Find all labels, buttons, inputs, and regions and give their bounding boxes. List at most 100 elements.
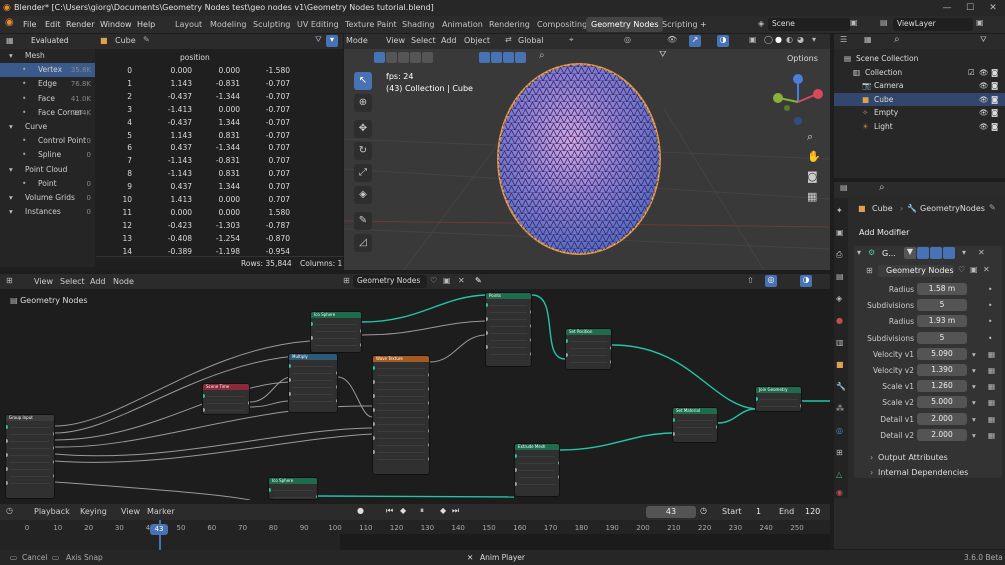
node-field[interactable] bbox=[10, 473, 50, 477]
node-socket[interactable] bbox=[530, 310, 531, 314]
node-socket[interactable] bbox=[336, 399, 337, 403]
node-field[interactable] bbox=[377, 421, 425, 425]
node-socket[interactable] bbox=[360, 343, 361, 347]
node-socket[interactable] bbox=[6, 439, 8, 443]
node-menu-view[interactable]: View bbox=[34, 277, 53, 286]
node-field[interactable] bbox=[377, 428, 425, 432]
camera-view-icon[interactable]: ◙ bbox=[807, 170, 818, 183]
menu-edit[interactable]: Edit bbox=[45, 16, 61, 33]
node-socket[interactable] bbox=[515, 482, 517, 486]
node-socket[interactable] bbox=[428, 443, 429, 447]
tab-uv-editing[interactable]: UV Editing bbox=[292, 17, 344, 32]
node-field[interactable] bbox=[519, 467, 555, 471]
node-socket[interactable] bbox=[530, 352, 531, 356]
input-value-field[interactable]: 5 bbox=[917, 299, 967, 312]
node-socket[interactable] bbox=[6, 453, 8, 457]
outliner-item[interactable]: ▥ Collection ☑ 👁 ◙ bbox=[834, 66, 1005, 79]
outliner-editor-icon[interactable]: ☰ bbox=[840, 35, 847, 44]
node-socket[interactable] bbox=[373, 408, 375, 412]
tab-modeling[interactable]: Modeling bbox=[205, 17, 251, 32]
node-field[interactable] bbox=[519, 460, 555, 464]
node-socket[interactable] bbox=[673, 432, 675, 436]
node-socket[interactable] bbox=[53, 432, 54, 436]
render-camera-icon[interactable]: ◙ bbox=[991, 120, 998, 133]
menu-window[interactable]: Window bbox=[100, 16, 132, 33]
node-socket[interactable] bbox=[6, 481, 8, 485]
node-field[interactable] bbox=[490, 323, 527, 327]
node-field[interactable] bbox=[377, 407, 425, 411]
node-field[interactable] bbox=[490, 344, 527, 348]
close-icon[interactable]: ✕ bbox=[981, 0, 1005, 16]
node-field[interactable] bbox=[10, 480, 50, 484]
node-field[interactable] bbox=[490, 302, 527, 306]
shading-options-icon[interactable]: ▾ bbox=[812, 35, 816, 44]
node-field[interactable] bbox=[207, 407, 245, 411]
node-field[interactable] bbox=[519, 474, 555, 478]
node-field[interactable] bbox=[677, 424, 713, 428]
node-menu-add[interactable]: Add bbox=[90, 277, 106, 286]
viewport-menu-select[interactable]: Select bbox=[411, 36, 436, 45]
outliner-item[interactable]: ▤ Scene Collection bbox=[834, 52, 1005, 65]
node-socket[interactable] bbox=[610, 346, 611, 350]
node-field[interactable] bbox=[760, 396, 797, 400]
node-socket[interactable] bbox=[428, 457, 429, 461]
toolbar-tile-1[interactable] bbox=[479, 52, 490, 63]
input-dropdown-icon[interactable]: ▾ bbox=[972, 395, 976, 410]
input-value-field[interactable]: 2.000 bbox=[917, 412, 967, 425]
keyframe-dot-icon[interactable]: • bbox=[988, 298, 992, 313]
rotate-tool-icon[interactable]: ↻ bbox=[354, 142, 372, 160]
select-box-icon[interactable] bbox=[374, 52, 385, 63]
node-socket[interactable] bbox=[673, 418, 675, 422]
pan-hand-icon[interactable]: ✋ bbox=[807, 150, 821, 163]
outliner-item[interactable]: ✧ Empty 👁 ◙ bbox=[834, 106, 1005, 119]
extrude-mesh-node[interactable]: Extrude Mesh bbox=[514, 443, 560, 497]
select-extend-icon[interactable] bbox=[386, 52, 397, 63]
outliner-item[interactable]: ■ Cube 👁 ◙ bbox=[834, 92, 1005, 106]
node-unlink-icon[interactable]: ✕ bbox=[458, 276, 465, 285]
input-value-field[interactable]: 1.58 m bbox=[917, 283, 967, 295]
node-field[interactable] bbox=[207, 393, 245, 397]
render-camera-icon[interactable]: ◙ bbox=[991, 93, 998, 106]
node-new-icon[interactable]: ▣ bbox=[443, 276, 451, 285]
attribute-toggle-icon[interactable]: ▦ bbox=[988, 395, 995, 410]
node-field[interactable] bbox=[519, 481, 555, 485]
input-value-field[interactable]: 1.93 m bbox=[917, 315, 967, 328]
shading-material-icon[interactable]: ◐ bbox=[786, 35, 793, 44]
input-dropdown-icon[interactable]: ▾ bbox=[972, 412, 976, 427]
attribute-toggle-icon[interactable]: ▦ bbox=[988, 363, 995, 378]
node-socket[interactable] bbox=[289, 392, 291, 396]
visibility-eye-icon[interactable]: 👁 bbox=[979, 66, 989, 79]
node-socket[interactable] bbox=[373, 450, 375, 454]
viewport-menu-add[interactable]: Add bbox=[441, 36, 457, 45]
node-field[interactable] bbox=[10, 466, 50, 470]
view-layer-selector[interactable]: ViewLayer bbox=[893, 18, 973, 31]
output-attributes-panel[interactable]: Output Attributes bbox=[878, 453, 948, 462]
node-field[interactable] bbox=[315, 342, 357, 346]
node-socket[interactable] bbox=[486, 317, 488, 321]
node-socket[interactable] bbox=[428, 373, 429, 377]
outliner-filter-icon[interactable]: ⛛ bbox=[980, 35, 987, 45]
node-socket[interactable] bbox=[311, 336, 313, 340]
node-socket[interactable] bbox=[311, 322, 313, 326]
viewport-menu-view[interactable]: View bbox=[386, 36, 405, 45]
node-socket[interactable] bbox=[515, 468, 517, 472]
outliner-search-icon[interactable]: ⌕ bbox=[894, 34, 900, 45]
node-field[interactable] bbox=[490, 316, 527, 320]
node-field[interactable] bbox=[570, 359, 607, 363]
attribute-toggle-icon[interactable]: ▦ bbox=[988, 412, 995, 427]
menu-help[interactable]: Help bbox=[137, 16, 155, 33]
node-socket[interactable] bbox=[530, 324, 531, 328]
node-field[interactable] bbox=[377, 393, 425, 397]
input-value-field[interactable]: 5.000 bbox=[917, 396, 967, 409]
viewport-menu-mode[interactable]: Mode bbox=[346, 36, 368, 45]
node-field[interactable] bbox=[377, 379, 425, 383]
node-field[interactable] bbox=[10, 445, 50, 449]
input-value-field[interactable]: 5 bbox=[917, 331, 967, 344]
node-socket[interactable] bbox=[558, 475, 559, 479]
tab-texture-paint[interactable]: Texture Paint bbox=[340, 17, 402, 32]
node-socket[interactable] bbox=[336, 371, 337, 375]
shading-wireframe-icon[interactable]: ◯ bbox=[764, 35, 773, 44]
viewport-menu-object[interactable]: Object bbox=[464, 36, 490, 45]
select-intersect-icon[interactable] bbox=[422, 52, 433, 63]
menu-render[interactable]: Render bbox=[66, 16, 94, 33]
